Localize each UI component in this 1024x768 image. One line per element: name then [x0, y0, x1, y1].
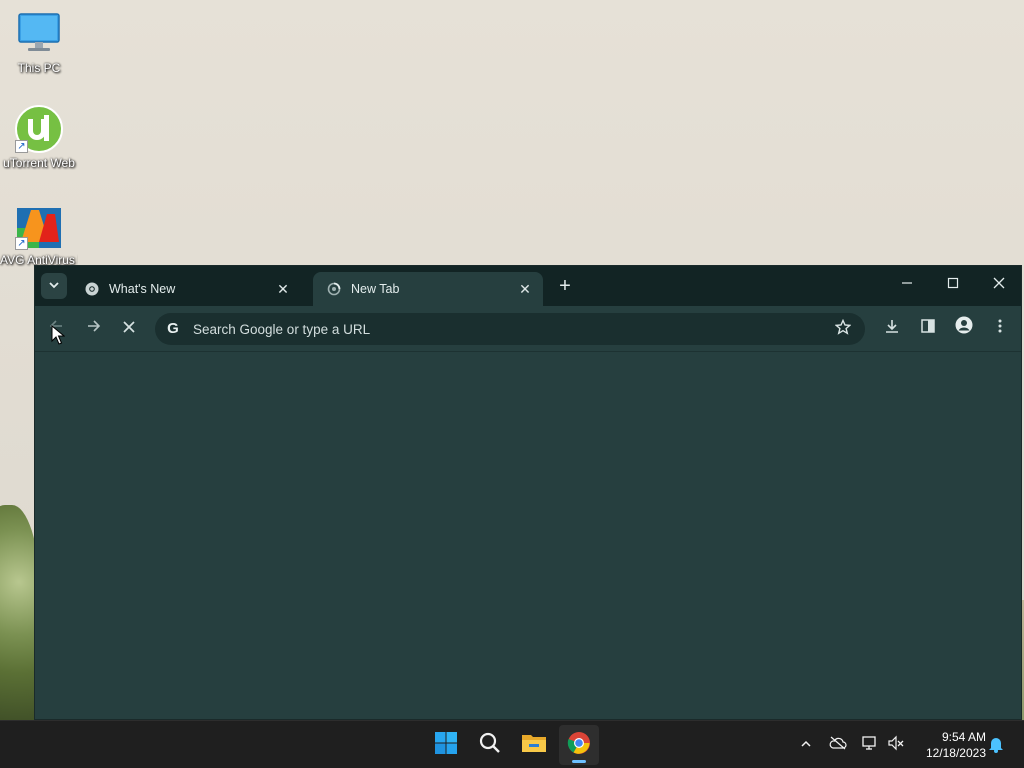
clock-time: 9:54 AM: [941, 730, 986, 744]
network-tray-button[interactable]: [860, 735, 880, 755]
windows-start-icon: [434, 731, 458, 760]
chrome-icon: [567, 731, 591, 760]
desktop-icon-avg[interactable]: ↗ AVG AntiVirus Free: [0, 202, 78, 267]
volume-muted-icon: [887, 735, 905, 754]
utorrent-icon: ↗: [15, 105, 63, 153]
taskbar-clock[interactable]: 9:54 AM 12/18/2023: [912, 729, 986, 761]
desktop-icon-utorrent[interactable]: ↗ uTorrent Web: [0, 105, 78, 170]
file-explorer-button[interactable]: [514, 725, 554, 765]
chrome-taskbar-button[interactable]: [559, 725, 599, 765]
taskbar: 9:54 AM 12/18/2023: [0, 720, 1024, 768]
clock-date: 12/18/2023: [925, 746, 986, 760]
desktop-icon-this-pc[interactable]: This PC: [0, 10, 78, 75]
tab-new-tab[interactable]: New Tab ✕: [313, 272, 543, 306]
browser-toolbar: G: [35, 306, 1021, 352]
forward-button[interactable]: [79, 316, 107, 342]
bookmark-star-icon[interactable]: [833, 318, 853, 339]
show-hidden-icons-button[interactable]: [796, 735, 816, 755]
minimize-button[interactable]: [885, 272, 929, 300]
cloud-offline-icon: [829, 736, 847, 753]
taskbar-search-button[interactable]: [470, 725, 510, 765]
minimize-icon: [901, 276, 913, 293]
maximize-icon: [947, 276, 959, 293]
chrome-favicon-icon: [85, 282, 99, 296]
profile-button[interactable]: [950, 316, 978, 342]
page-content[interactable]: [35, 352, 1021, 719]
search-icon: [478, 731, 502, 760]
mouse-cursor-icon: [51, 324, 66, 345]
chevron-down-icon: [48, 279, 60, 294]
bell-icon: [988, 738, 1004, 756]
chevron-up-icon: [800, 737, 812, 753]
chrome-window: What's New ✕ New Tab ✕ + G Search Google…: [34, 265, 1022, 720]
volume-tray-button[interactable]: [886, 735, 906, 755]
active-app-indicator: [572, 760, 586, 763]
close-icon: [122, 319, 136, 338]
downloads-button[interactable]: [878, 316, 906, 342]
monitor-icon: [15, 10, 63, 58]
close-icon: [993, 276, 1005, 293]
tab-title: What's New: [109, 282, 176, 296]
download-icon: [884, 319, 900, 338]
desktop-icon-label: uTorrent Web: [3, 156, 75, 170]
start-button[interactable]: [426, 725, 466, 765]
avg-icon: ↗: [15, 202, 63, 250]
tab-title: New Tab: [351, 282, 400, 296]
search-input[interactable]: [193, 321, 793, 337]
folder-icon: [521, 732, 547, 759]
kebab-menu-icon: [997, 319, 1003, 338]
arrow-right-icon: [85, 319, 101, 338]
side-panel-icon: [920, 319, 936, 338]
maximize-button[interactable]: [931, 272, 975, 300]
notifications-button[interactable]: [986, 735, 1006, 755]
google-icon: G: [167, 320, 179, 337]
close-icon[interactable]: ✕: [517, 281, 533, 297]
onedrive-tray-button[interactable]: [828, 735, 848, 755]
new-tab-button[interactable]: +: [552, 275, 578, 299]
tab-strip: What's New ✕ New Tab ✕ +: [35, 266, 1021, 306]
profile-icon: [955, 316, 973, 338]
stop-loading-button[interactable]: [115, 316, 143, 342]
address-bar[interactable]: G: [155, 313, 865, 345]
tab-search-button[interactable]: [41, 273, 67, 299]
tab-whats-new[interactable]: What's New ✕: [71, 272, 301, 306]
menu-button[interactable]: [986, 316, 1014, 342]
close-window-button[interactable]: [977, 272, 1021, 300]
desktop-icon-label: This PC: [17, 61, 61, 75]
side-panel-button[interactable]: [914, 316, 942, 342]
close-icon[interactable]: ✕: [275, 281, 291, 297]
plus-icon: +: [559, 275, 571, 297]
shortcut-arrow-icon: ↗: [15, 237, 28, 250]
loading-spinner-icon: [327, 282, 341, 296]
shortcut-arrow-icon: ↗: [15, 140, 28, 153]
network-icon: [861, 736, 879, 754]
